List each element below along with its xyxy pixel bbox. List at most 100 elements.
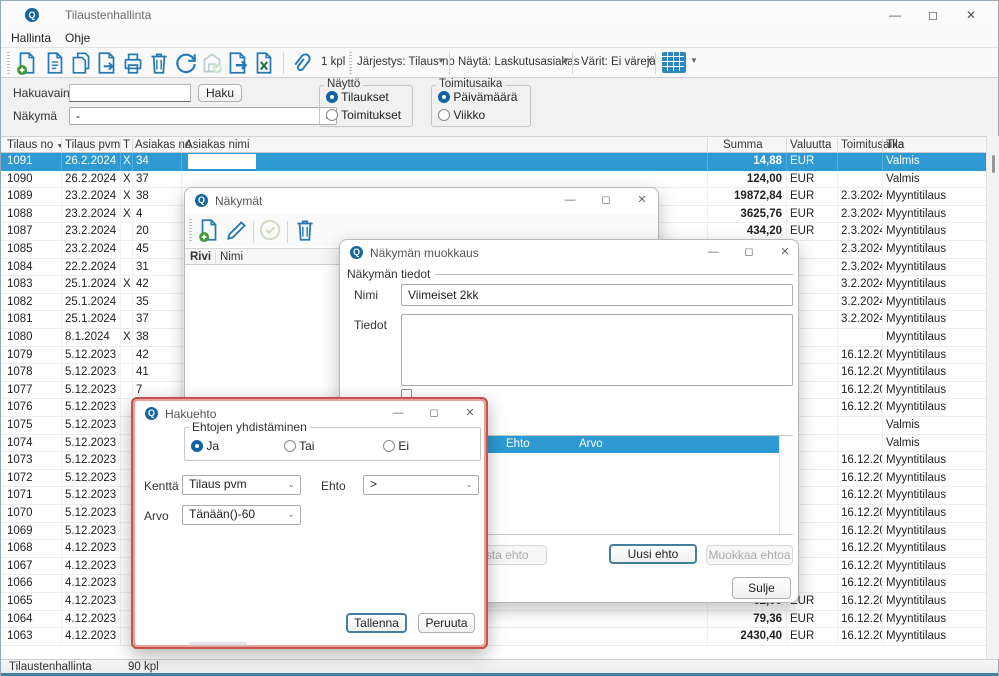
- table-scrollbar[interactable]: [986, 136, 999, 659]
- cell-tilaus-no: 1085: [7, 243, 33, 255]
- cell-toimitusaika: 16.12.2023: [841, 383, 882, 396]
- edit-transfer-icon[interactable]: [94, 50, 120, 76]
- table-row[interactable]: 1090 26.2.2024 X 37 124,00 EUR Valmis: [1, 170, 986, 189]
- open-order-icon[interactable]: [42, 50, 68, 76]
- view-name-input[interactable]: Viimeiset 2kk: [401, 284, 793, 306]
- cell-toimitusaika: 16.12.2023: [841, 542, 882, 555]
- close-button[interactable]: ✕: [625, 188, 659, 212]
- attachment-count: 1 kpl: [321, 56, 346, 68]
- condition-join-title: Ehtojen yhdistäminen: [189, 420, 310, 434]
- search-button[interactable]: Haku: [198, 84, 242, 102]
- cell-tilaus-no: 1066: [7, 577, 33, 590]
- cell-asiakas-no: 35: [136, 295, 149, 308]
- radio-paivamaara[interactable]: Päivämäärä: [438, 90, 517, 104]
- uusi-ehto-button[interactable]: Uusi ehto: [609, 544, 697, 564]
- chevron-down-icon: ⌄: [287, 479, 295, 489]
- excel-export-icon[interactable]: [251, 50, 277, 76]
- cell-tilaus-no: 1068: [7, 542, 33, 555]
- col-tila[interactable]: Tila: [886, 139, 904, 151]
- col-asiakas-nimi[interactable]: Asiakas nimi: [185, 139, 250, 151]
- delete-order-icon[interactable]: [146, 50, 172, 76]
- radio-ja[interactable]: Ja: [191, 439, 219, 453]
- sulje-button[interactable]: Sulje: [732, 577, 791, 599]
- cell-asiakas-no: 38: [136, 190, 149, 203]
- delete-view-icon[interactable]: [292, 217, 318, 243]
- attachment-icon[interactable]: [289, 50, 315, 76]
- show-dropdown-arrow[interactable]: ▼: [562, 56, 570, 65]
- col-t[interactable]: T: [123, 139, 130, 151]
- radio-toimitukset[interactable]: Toimitukset: [326, 108, 401, 122]
- sort-dropdown-arrow[interactable]: ▼: [437, 56, 445, 65]
- edit-view-icon[interactable]: [224, 217, 250, 243]
- field-select[interactable]: Tilaus pvm ⌄: [182, 475, 301, 495]
- minimize-button[interactable]: —: [696, 240, 730, 264]
- cell-tilaus-pvm: 23.2.2024: [65, 190, 117, 203]
- search-key-input[interactable]: [69, 84, 191, 102]
- toolbar-drag-handle-2[interactable]: [349, 52, 352, 74]
- tallenna-button[interactable]: Tallenna: [346, 613, 407, 633]
- view-description-textarea[interactable]: [401, 314, 793, 386]
- refresh-icon[interactable]: [173, 50, 199, 76]
- maximize-button[interactable]: ◻: [589, 188, 623, 212]
- cell-tila: Myyntitilaus: [886, 190, 947, 203]
- close-button[interactable]: ✕: [453, 401, 487, 425]
- view-select[interactable]: - ⌄: [69, 107, 337, 125]
- window-title: Tilaustenhallinta: [65, 8, 152, 22]
- close-button[interactable]: ✕: [952, 1, 990, 29]
- operator-select[interactable]: > ⌄: [363, 475, 479, 495]
- status-bar: Tilaustenhallinta 90 kpl: [1, 659, 998, 673]
- column-layout-arrow[interactable]: ▼: [690, 56, 698, 65]
- minimize-button[interactable]: —: [553, 188, 587, 212]
- menu-ohje[interactable]: Ohje: [65, 31, 90, 45]
- cell-tilaus-pvm: 26.2.2024: [65, 172, 117, 185]
- redacted-text-remnant: [189, 642, 247, 646]
- copy-order-icon[interactable]: [68, 50, 94, 76]
- menu-hallinta[interactable]: Hallinta: [11, 31, 51, 45]
- radio-ei[interactable]: Ei: [383, 439, 409, 453]
- column-layout-icon[interactable]: [662, 52, 686, 73]
- minimize-button[interactable]: —: [381, 401, 415, 425]
- cell-summa: 19872,84: [734, 190, 782, 203]
- maximize-button[interactable]: ◻: [914, 1, 952, 29]
- scrollbar-thumb[interactable]: [992, 155, 995, 173]
- col-tilaus-pvm[interactable]: Tilaus pvm: [65, 139, 120, 151]
- new-view-icon[interactable]: [196, 217, 222, 243]
- radio-tilaukset[interactable]: Tilaukset: [326, 90, 389, 104]
- cell-toimitusaika: 16.12.2023: [841, 489, 882, 502]
- cell-tilaus-pvm: 5.12.2023: [65, 524, 117, 537]
- value-select[interactable]: Tänään()-60 ⌄: [182, 505, 301, 525]
- cell-asiakas-no: 42: [136, 278, 149, 291]
- cell-valuutta: EUR: [790, 155, 815, 167]
- app-logo-icon: Q: [195, 194, 208, 207]
- cell-asiakas-no: 4: [136, 207, 143, 220]
- col-valuutta[interactable]: Valuutta: [790, 139, 831, 151]
- maximize-button[interactable]: ◻: [417, 401, 451, 425]
- table-row[interactable]: 1091 26.2.2024 X 34 14,88 EUR Valmis: [1, 153, 986, 171]
- export-order-icon[interactable]: [225, 50, 251, 76]
- cell-tila: Myyntitilaus: [886, 207, 947, 220]
- col-asiakas-no[interactable]: Asiakas no: [135, 139, 191, 151]
- col-tilaus-no[interactable]: Tilaus no ▼: [7, 139, 63, 151]
- cell-t: [120, 349, 132, 363]
- peruuta-button[interactable]: Peruuta: [418, 613, 475, 633]
- print-icon[interactable]: [120, 50, 146, 76]
- minimize-button[interactable]: —: [876, 1, 914, 29]
- radio-viikko[interactable]: Viikko: [438, 108, 485, 122]
- views-col-rivi[interactable]: Rivi: [190, 251, 211, 263]
- cell-tila: Myyntitilaus: [886, 260, 947, 273]
- cell-tila: Myyntitilaus: [886, 524, 947, 537]
- radio-tai[interactable]: Tai: [284, 439, 314, 453]
- colors-dropdown-arrow[interactable]: ▼: [645, 56, 653, 65]
- col-summa[interactable]: Summa: [723, 139, 763, 151]
- cell-toimitusaika: 2.3.2024: [841, 190, 882, 203]
- toolbar-drag-handle[interactable]: [7, 52, 10, 74]
- maximize-button[interactable]: ◻: [732, 240, 766, 264]
- cell-tilaus-pvm: 5.12.2023: [65, 383, 117, 396]
- grid-scrollbar[interactable]: [779, 436, 793, 534]
- new-order-icon[interactable]: [14, 50, 40, 76]
- close-button[interactable]: ✕: [768, 240, 802, 264]
- cell-tilaus-no: 1077: [7, 383, 33, 396]
- cell-asiakas-no: 41: [136, 366, 149, 379]
- views-col-nimi[interactable]: Nimi: [220, 251, 243, 263]
- cell-tilaus-pvm: 25.1.2024: [65, 278, 117, 291]
